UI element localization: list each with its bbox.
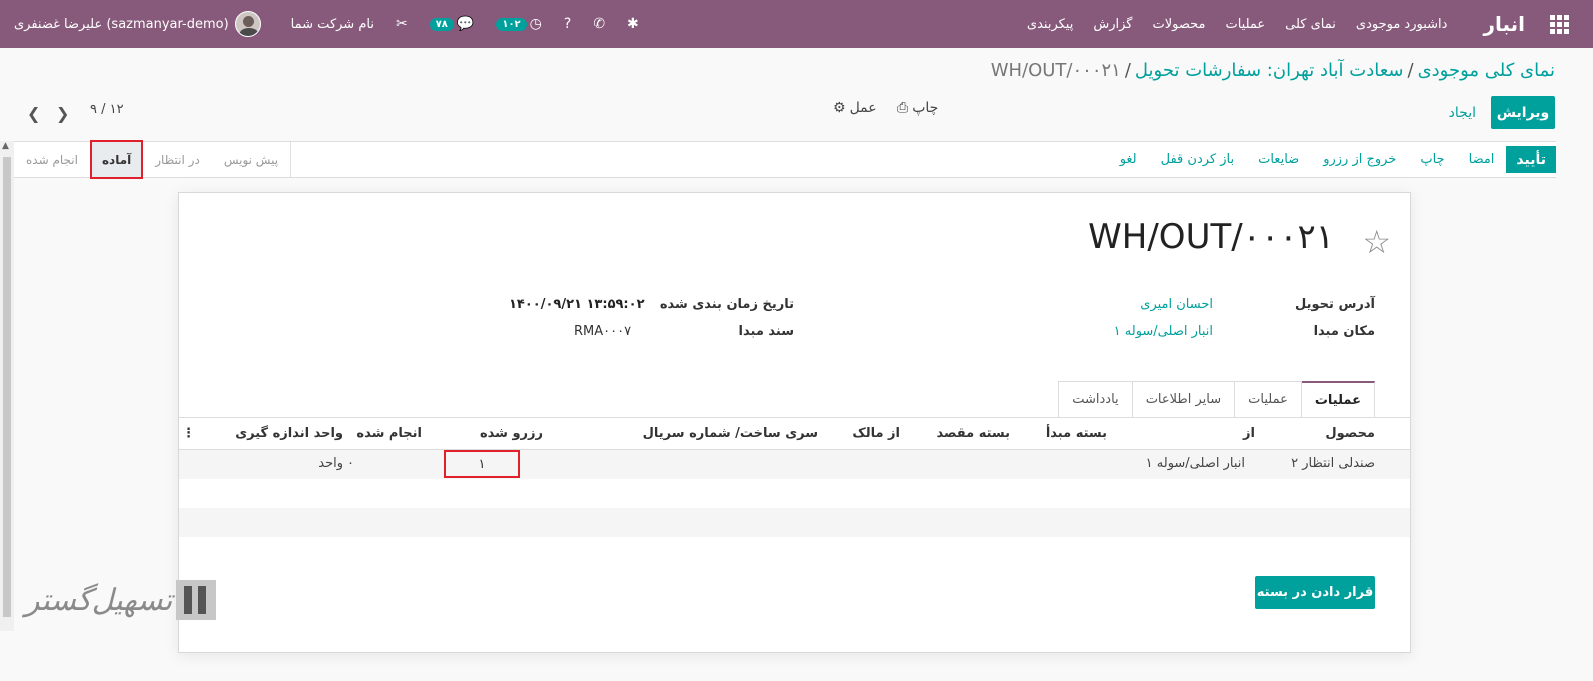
sign-button[interactable]: امضا [1457,152,1507,167]
avatar [234,11,261,37]
main-menu: داشبورد موجودی نمای کلی عملیات محصولات گ… [1017,17,1458,32]
delivery-address-label: آدرس تحویل [1295,297,1375,312]
pager-value[interactable]: ۹ / ۱۲ [90,102,124,117]
menu-configuration[interactable]: پیکربندی [1017,17,1083,32]
menu-operations[interactable]: عملیات [1215,17,1275,32]
top-navbar: انبار داشبورد موجودی نمای کلی عملیات محص… [0,0,1593,48]
empty-row [179,537,1410,566]
unreserve-button[interactable]: خروج از رزرو [1311,152,1408,167]
col-owner[interactable]: از مالک [852,426,900,441]
record-title: WH/OUT/۰۰۰۲۱ [1088,217,1334,257]
chat-icon: 💬 [456,16,475,32]
activities-button[interactable]: ۱۰۲ ◷ [496,16,542,32]
row-uom: واحد [318,456,343,471]
tab-additional-info[interactable]: سایر اطلاعات [1131,381,1236,417]
help-icon[interactable]: ? [564,16,571,32]
delivery-address-value[interactable]: احسان امیری [1140,297,1213,312]
form-statusbar: تأیید امضا چاپ خروج از رزرو ضایعات باز ک… [14,140,1556,179]
star-icon[interactable]: ☆ [1362,223,1391,261]
source-document-value: RMA۰۰۰۷ [574,324,632,339]
page-scrollbar[interactable]: ▲ [0,141,14,631]
tab-detailed-operations[interactable]: عملیات [1300,381,1375,417]
tab-operations[interactable]: عملیات [1234,381,1302,417]
col-destination-package[interactable]: بسته مقصد [936,426,1010,441]
col-reserved[interactable]: رزرو شده [480,426,543,441]
stage-waiting: در انتظار [155,152,200,167]
breadcrumb-delivery-orders[interactable]: سعادت آباد تهران: سفارشات تحویل [1135,60,1404,81]
source-location-label: مکان مبدا [1313,324,1375,339]
pager-prev-icon[interactable]: ❮ [27,104,40,123]
action-dropdown[interactable]: ⚙ عمل [833,100,877,116]
user-name: علیرضا غضنفری (sazmanyar-demo) [14,16,229,32]
scrap-button[interactable]: ضایعات [1246,152,1311,167]
tools-icon[interactable]: ✂ [396,16,408,32]
stage-pipeline: پیش نویس در انتظار آماده انجام شده [14,140,292,179]
menu-products[interactable]: محصولات [1142,17,1215,32]
col-uom[interactable]: واحد اندازه گیری [235,426,343,441]
apps-menu-icon[interactable] [1535,0,1583,48]
pager-next-icon[interactable]: ❯ [56,104,69,123]
user-menu[interactable]: علیرضا غضنفری (sazmanyar-demo) [14,11,261,37]
move-lines-header: محصول از بسته مبدأ بسته مقصد از مالک سری… [179,418,1410,450]
cancel-button[interactable]: لغو [1108,152,1149,167]
stage-done: انجام شده [26,152,78,167]
menu-inventory-dashboard[interactable]: داشبورد موجودی [1346,17,1458,32]
app-brand[interactable]: انبار [1483,12,1525,36]
optional-columns-icon[interactable]: ⋮ [182,426,195,441]
breadcrumb-current: WH/OUT/۰۰۰۲۱ [990,60,1121,81]
watermark-logo-icon [176,580,217,620]
scheduled-date-label: تاریخ زمان بندی شده [659,297,794,312]
breadcrumb: نمای کلی موجودی/سعادت آباد تهران: سفارشا… [990,60,1555,81]
scroll-up-icon[interactable]: ▲ [2,141,9,151]
row-product: صندلی انتظار ۲ [1291,456,1375,471]
watermark: تسهیل‌گستر [25,580,217,620]
source-document-label: سند مبدا [738,324,794,339]
col-lot-serial[interactable]: سری ساخت/ شماره سریال [643,426,818,441]
company-switcher[interactable]: نام شرکت شما [291,17,374,32]
row-from: انبار اصلی/سوله ۱ [1145,456,1245,471]
systray: علیرضا غضنفری (sazmanyar-demo) نام شرکت … [0,11,639,37]
print-dropdown[interactable]: ⎙ چاپ [897,100,938,116]
breadcrumb-inventory-overview[interactable]: نمای کلی موجودی [1418,60,1555,81]
printer-icon: ⎙ [897,100,909,116]
row-reserved-highlight[interactable]: ۱ [444,450,520,478]
col-source-package[interactable]: بسته مبدأ [1046,426,1107,441]
statusbar-print-button[interactable]: چاپ [1408,152,1456,167]
tab-note[interactable]: یادداشت [1058,381,1133,417]
row-done: ۰ [347,456,354,471]
form-sheet: ☆ WH/OUT/۰۰۰۲۱ آدرس تحویل احسان امیری مک… [178,192,1411,653]
edit-button[interactable]: ویرایش [1491,96,1555,129]
scroll-thumb[interactable] [3,157,11,617]
debug-bug-icon[interactable]: ✱ [627,16,639,32]
table-row[interactable]: صندلی انتظار ۲ انبار اصلی/سوله ۱ ۰ واحد [179,450,1410,479]
stage-draft: پیش نویس [223,152,279,167]
form-tabs: عملیات عملیات سایر اطلاعات یادداشت [1058,381,1375,417]
action-label: عمل [849,100,877,116]
messages-button[interactable]: ۷۸ 💬 [429,16,475,32]
menu-reporting[interactable]: گزارش [1083,17,1142,32]
stage-ready: آماده [89,140,144,179]
menu-overview[interactable]: نمای کلی [1275,17,1346,32]
col-product[interactable]: محصول [1325,426,1375,441]
message-count-badge: ۷۸ [429,17,454,31]
empty-row [179,479,1410,508]
scheduled-date-value: ۱۴۰۰/۰۹/۲۱ ۱۳:۵۹:۰۲ [509,297,645,312]
watermark-text: تسهیل‌گستر [25,582,173,618]
put-in-pack-button[interactable]: قرار دادن در بسته [1255,576,1375,609]
activity-count-badge: ۱۰۲ [496,17,527,31]
validate-button[interactable]: تأیید [1506,146,1556,173]
col-from[interactable]: از [1243,426,1255,441]
statusbar-actions: تأیید امضا چاپ خروج از رزرو ضایعات باز ک… [1108,142,1556,177]
create-button[interactable]: ایجاد [1449,96,1476,129]
unlock-button[interactable]: باز کردن قفل [1149,152,1246,167]
col-done[interactable]: انجام شده [356,426,422,441]
company-name: نام شرکت شما [290,16,374,32]
source-location-value[interactable]: انبار اصلی/سوله ۱ [1114,324,1213,339]
empty-row [179,508,1410,537]
gear-icon: ⚙ [833,100,846,116]
print-label: چاپ [912,100,939,116]
clock-icon: ◷ [529,16,542,32]
phone-icon[interactable]: ✆ [593,16,605,32]
